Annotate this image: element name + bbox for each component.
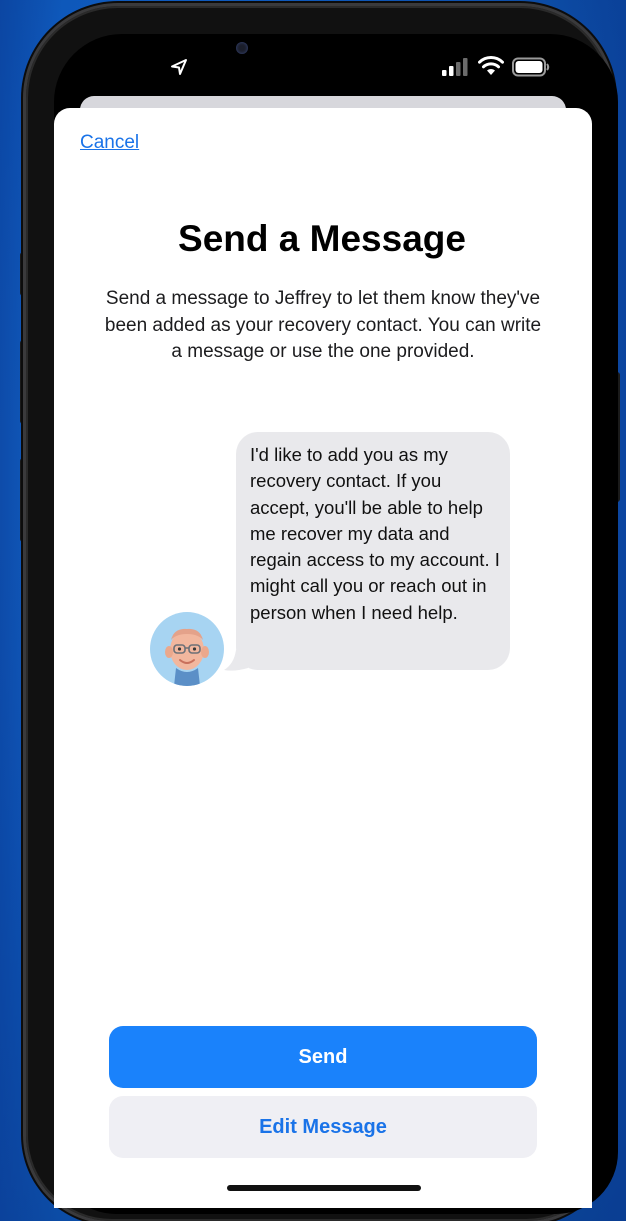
memoji-avatar <box>150 612 224 686</box>
send-button[interactable]: Send <box>109 1026 537 1088</box>
page-description: Send a message to Jeffrey to let them kn… <box>104 288 542 362</box>
edit-message-button[interactable]: Edit Message <box>109 1096 537 1158</box>
message-text: I'd like to add you as my recovery conta… <box>250 444 500 623</box>
front-camera <box>236 42 248 54</box>
memoji-face-icon <box>165 628 209 686</box>
battery-icon <box>512 57 550 77</box>
cellular-signal-icon <box>442 58 468 76</box>
wifi-icon <box>478 56 504 75</box>
bubble-tail <box>224 650 248 671</box>
status-time: 10:36 <box>104 54 167 81</box>
home-indicator[interactable] <box>227 1185 421 1191</box>
page-title: Send a Message <box>178 218 466 259</box>
cancel-button[interactable]: Cancel <box>80 132 139 154</box>
location-arrow-icon <box>171 59 187 75</box>
